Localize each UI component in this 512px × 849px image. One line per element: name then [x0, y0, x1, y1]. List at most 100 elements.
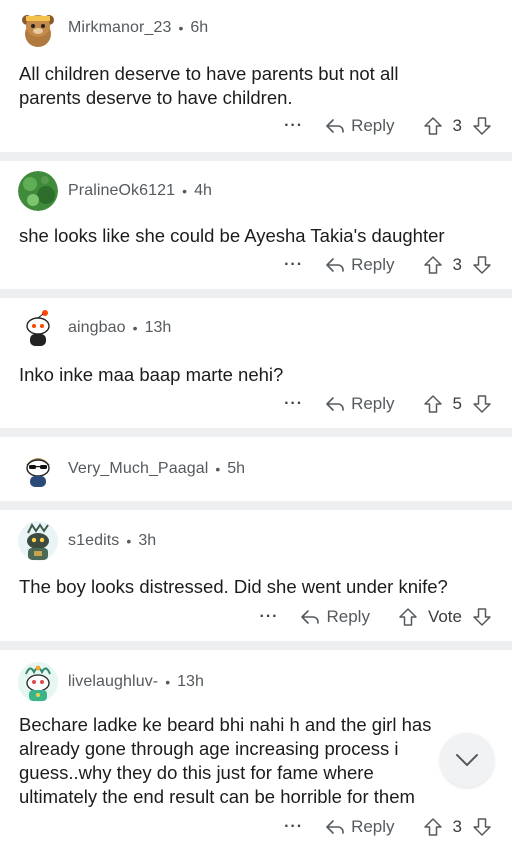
- vote-control: 3: [423, 817, 492, 837]
- comment-header: Mirkmanor_23 • 6h: [18, 8, 208, 48]
- green-planet-avatar[interactable]: [18, 171, 58, 211]
- reply-icon: [326, 397, 344, 411]
- reply-button[interactable]: Reply: [325, 817, 395, 837]
- vote-count: 3: [452, 817, 462, 836]
- upvote-icon[interactable]: [423, 255, 443, 275]
- meta-separator: •: [178, 20, 184, 36]
- comment-header: Very_Much_Paagal • 5h: [18, 449, 245, 489]
- comment-line: guess..why they do this just for fame wh…: [19, 762, 374, 783]
- upvote-icon[interactable]: [423, 394, 443, 414]
- vote-control: Vote: [398, 607, 492, 627]
- comment-line: ultimately the end result can be horribl…: [19, 786, 415, 807]
- comment-actions: ··· Reply 3: [284, 813, 492, 841]
- vote-control: 5: [423, 394, 492, 414]
- timestamp: 13h: [144, 319, 172, 336]
- meta-separator: •: [215, 461, 221, 477]
- comment: aingbao • 13h Inko inke maa baap marte n…: [0, 298, 512, 428]
- more-options-button[interactable]: ···: [284, 818, 303, 836]
- chevron-down-icon: [456, 754, 478, 766]
- robot-snoo-avatar[interactable]: [18, 521, 58, 561]
- comment: s1edits • 3h The boy looks distressed. D…: [0, 510, 512, 641]
- comment: Mirkmanor_23 • 6h All children deserve t…: [0, 0, 512, 152]
- downvote-icon[interactable]: [472, 817, 492, 837]
- comment-body: Inko inke maa baap marte nehi?: [19, 363, 492, 387]
- comment-line: Bechare ladke ke beard bhi nahi h and th…: [19, 714, 432, 735]
- vote-control: 3: [423, 255, 492, 275]
- vote-count: 5: [452, 394, 462, 413]
- username[interactable]: livelaughluv-: [68, 673, 158, 691]
- vote-control: 3: [423, 116, 492, 136]
- reply-button[interactable]: Reply: [325, 394, 395, 414]
- username[interactable]: Very_Much_Paagal: [68, 460, 208, 478]
- bear-avatar[interactable]: [18, 8, 58, 48]
- vote-label: Vote: [427, 607, 462, 626]
- comment-collapsed[interactable]: Very_Much_Paagal • 5h: [0, 437, 512, 501]
- upvote-icon[interactable]: [398, 607, 418, 627]
- clown-snoo-avatar[interactable]: [18, 662, 58, 702]
- comment-line: Inko inke maa baap marte nehi?: [19, 364, 284, 385]
- upvote-icon[interactable]: [423, 817, 443, 837]
- reply-label: Reply: [326, 607, 370, 626]
- comment-separator: [0, 289, 512, 298]
- reply-label: Reply: [351, 116, 395, 135]
- reply-icon: [326, 119, 344, 133]
- upvote-icon[interactable]: [423, 116, 443, 136]
- comment-line: parents deserve to have children.: [19, 87, 293, 108]
- comment-line: already gone through age increasing proc…: [19, 738, 399, 759]
- comment-body: The boy looks distressed. Did she went u…: [19, 575, 492, 599]
- comment-header: livelaughluv- • 13h: [18, 662, 204, 702]
- meta-separator: •: [132, 320, 138, 336]
- timestamp: 6h: [190, 19, 209, 36]
- comment-line: she looks like she could be Ayesha Takia…: [19, 225, 445, 246]
- comment-actions: ··· Reply Vote: [260, 603, 493, 631]
- reply-label: Reply: [351, 817, 395, 836]
- next-comment-button[interactable]: [440, 733, 494, 787]
- comment-header: s1edits • 3h: [18, 521, 156, 561]
- reply-icon: [326, 820, 344, 834]
- comment-body: All children deserve to have parents but…: [19, 62, 492, 110]
- comment-header: PralineOk6121 • 4h: [18, 171, 212, 211]
- reply-button[interactable]: Reply: [325, 255, 395, 275]
- comment-separator: [0, 152, 512, 161]
- comment-separator: [0, 641, 512, 650]
- comment-line: The boy looks distressed. Did she went u…: [19, 576, 448, 597]
- comment-actions: ··· Reply 3: [284, 112, 492, 140]
- comment-actions: ··· Reply 3: [284, 251, 492, 279]
- reply-icon: [301, 610, 320, 624]
- downvote-icon[interactable]: [472, 607, 492, 627]
- more-options-button[interactable]: ···: [284, 256, 303, 274]
- more-options-button[interactable]: ···: [284, 395, 303, 413]
- comment-line: All children deserve to have parents but…: [19, 63, 399, 84]
- downvote-icon[interactable]: [472, 116, 492, 136]
- comment-header: aingbao • 13h: [18, 308, 171, 348]
- timestamp: 3h: [138, 532, 157, 549]
- meta-separator: •: [126, 533, 132, 549]
- reply-button[interactable]: Reply: [300, 607, 370, 627]
- more-options-button[interactable]: ···: [260, 608, 279, 626]
- timestamp: 4h: [194, 182, 212, 199]
- snoo-avatar[interactable]: [18, 308, 58, 348]
- vote-count: 3: [452, 116, 462, 135]
- comment-body: Bechare ladke ke beard bhi nahi h and th…: [19, 713, 492, 809]
- reply-label: Reply: [351, 394, 395, 413]
- comment-actions: ··· Reply 5: [284, 390, 492, 418]
- comment-feed: Mirkmanor_23 • 6h All children deserve t…: [0, 0, 512, 849]
- timestamp: 13h: [177, 673, 204, 690]
- vote-count: 3: [452, 255, 462, 274]
- more-options-button[interactable]: ···: [284, 117, 303, 135]
- meta-separator: •: [182, 183, 188, 199]
- reply-button[interactable]: Reply: [325, 116, 395, 136]
- comment-body: she looks like she could be Ayesha Takia…: [19, 224, 492, 248]
- downvote-icon[interactable]: [472, 255, 492, 275]
- username[interactable]: s1edits: [68, 532, 119, 550]
- username[interactable]: PralineOk6121: [68, 182, 175, 200]
- username[interactable]: Mirkmanor_23: [68, 19, 171, 37]
- username[interactable]: aingbao: [68, 319, 126, 337]
- meta-separator: •: [165, 674, 171, 690]
- comment: PralineOk6121 • 4h she looks like she co…: [0, 161, 512, 289]
- timestamp: 5h: [227, 460, 246, 477]
- downvote-icon[interactable]: [472, 394, 492, 414]
- reply-icon: [326, 258, 344, 272]
- snoo-sunglasses-avatar[interactable]: [18, 449, 58, 489]
- comment-separator: [0, 501, 512, 510]
